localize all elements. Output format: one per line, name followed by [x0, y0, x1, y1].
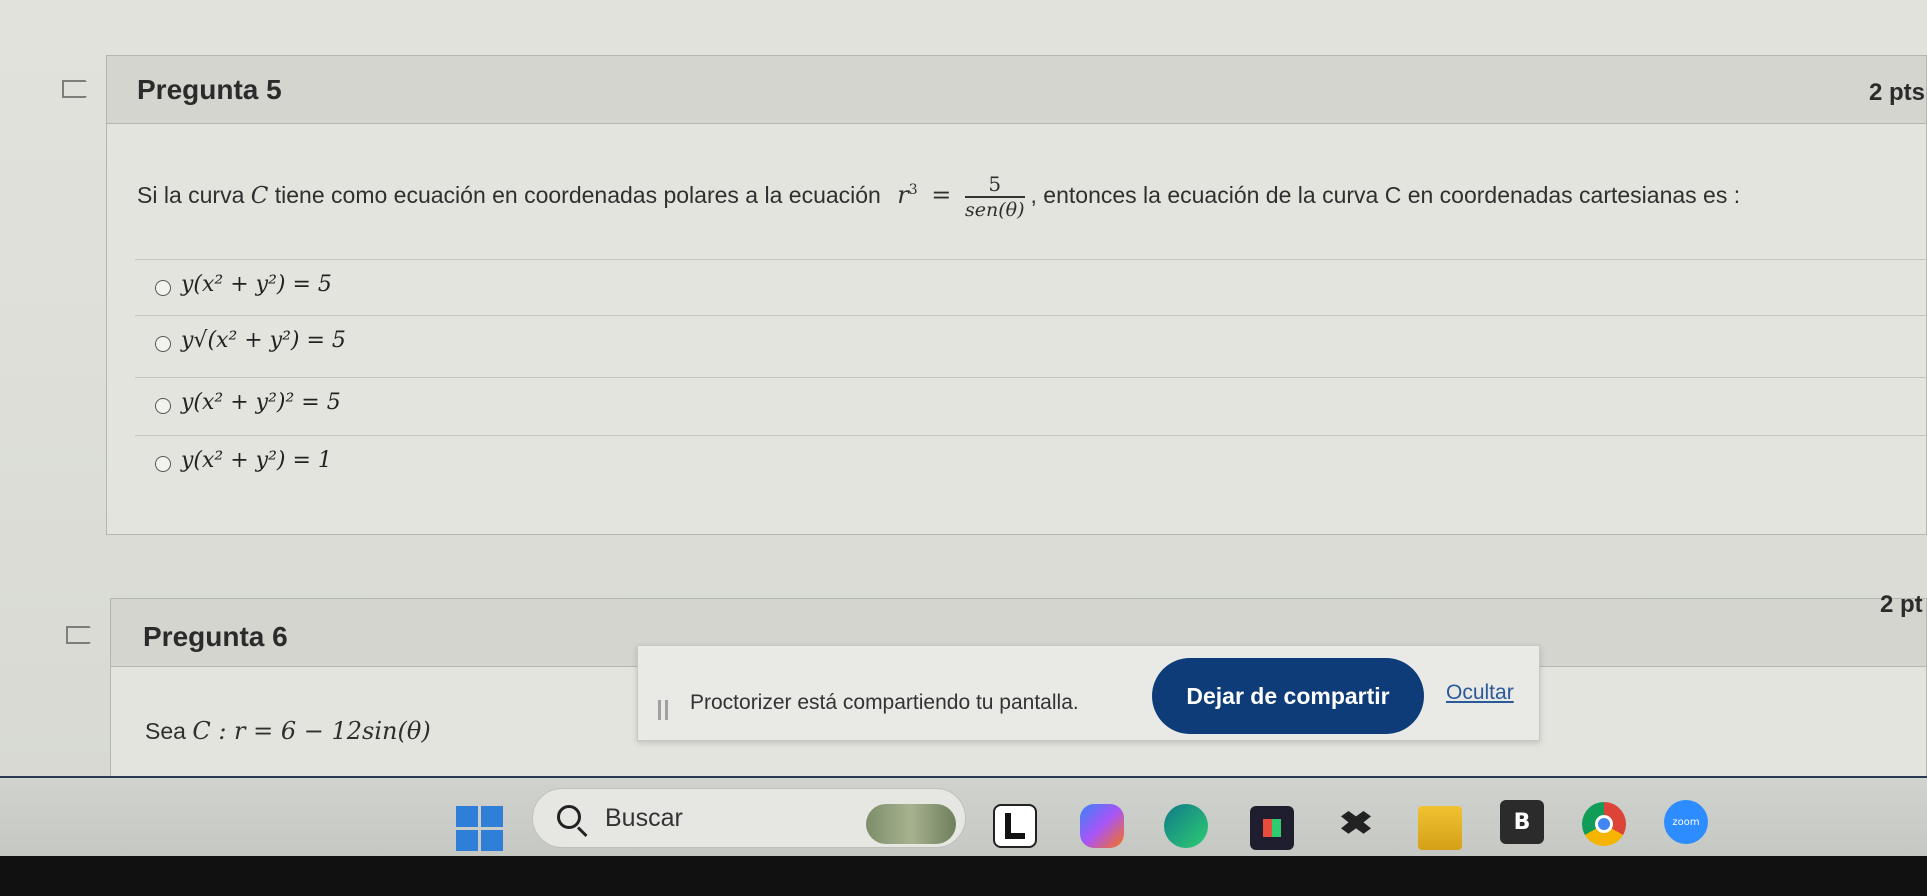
question-5-header: Pregunta 5 2 pts — [107, 56, 1926, 124]
search-label: Buscar — [605, 804, 683, 832]
equation-fraction: 5 sen(θ) — [965, 172, 1025, 221]
chrome-icon[interactable] — [1582, 802, 1626, 846]
zoom-icon[interactable]: zoom — [1664, 800, 1708, 844]
search-icon — [557, 805, 581, 829]
question-5-card: Pregunta 5 2 pts Si la curva C tiene com… — [106, 55, 1927, 535]
edge-icon[interactable] — [1164, 804, 1208, 848]
copilot-icon[interactable] — [1080, 804, 1124, 848]
option-1-label[interactable]: y(x² + y²) = 5 — [181, 272, 332, 297]
hide-link[interactable]: Ocultar — [1446, 681, 1514, 705]
share-message: Proctorizer está compartiendo tu pantall… — [690, 691, 1079, 714]
question-5-title: Pregunta 5 — [137, 74, 282, 105]
polar-equation: r3 = — [897, 181, 952, 210]
option-3-radio[interactable] — [155, 398, 171, 414]
screen-share-bar: Proctorizer está compartiendo tu pantall… — [637, 645, 1540, 741]
option-row-2[interactable]: y√(x² + y²) = 5 — [135, 315, 1926, 377]
option-4-label[interactable]: y(x² + y²) = 1 — [181, 448, 332, 473]
question-6-equation: C : r = 6 − 12sin(θ) — [192, 717, 431, 745]
question-5-prompt: Si la curva C tiene como ecuación en coo… — [137, 172, 1741, 221]
option-row-4[interactable]: y(x² + y²) = 1 — [135, 435, 1926, 491]
question-5-points: 2 pts — [1869, 79, 1926, 106]
windows-taskbar: Buscar B zoom — [0, 776, 1927, 856]
monitor-bezel — [0, 856, 1927, 896]
option-2-radio[interactable] — [155, 336, 171, 352]
option-4-radio[interactable] — [155, 456, 171, 472]
weather-widget-icon[interactable] — [866, 804, 956, 844]
curve-symbol: C — [250, 183, 269, 210]
option-1-radio[interactable] — [155, 280, 171, 296]
option-row-3[interactable]: y(x² + y²)² = 5 — [135, 377, 1926, 435]
b-app-icon[interactable]: B — [1500, 800, 1544, 844]
drag-handle-icon[interactable] — [658, 700, 668, 720]
file-explorer-icon[interactable] — [1418, 806, 1462, 850]
stop-sharing-button[interactable]: Dejar de compartir — [1152, 658, 1424, 734]
dropbox-icon[interactable] — [1334, 804, 1378, 848]
app-l-icon[interactable] — [993, 804, 1037, 848]
question-6-prompt: Sea C : r = 6 − 12sin(θ) — [145, 717, 431, 745]
question-6-points: 2 pt — [1880, 591, 1923, 618]
option-row-1[interactable]: y(x² + y²) = 5 — [135, 259, 1926, 315]
option-2-label[interactable]: y√(x² + y²) = 5 — [181, 328, 346, 353]
windows-start-icon[interactable] — [456, 806, 504, 852]
option-3-label[interactable]: y(x² + y²)² = 5 — [181, 390, 341, 415]
store-icon[interactable] — [1250, 806, 1294, 850]
question-6-title: Pregunta 6 — [143, 621, 288, 652]
